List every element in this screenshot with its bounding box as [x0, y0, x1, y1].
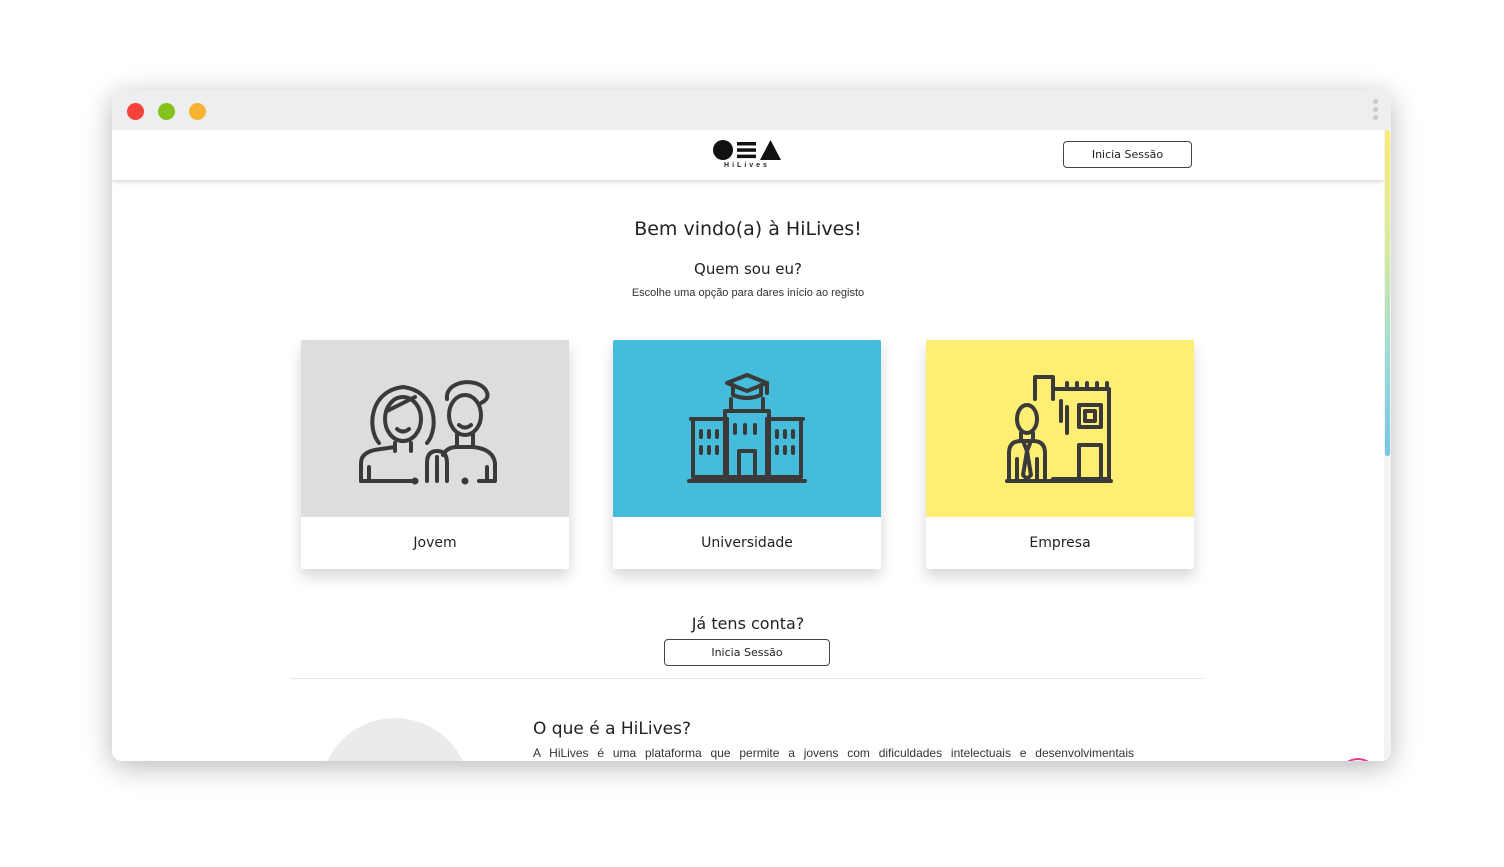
option-image-jovem — [301, 340, 569, 517]
option-label-universidade: Universidade — [701, 535, 793, 551]
maximize-window-button[interactable] — [189, 103, 206, 120]
option-label-empresa: Empresa — [1029, 535, 1091, 551]
company-building-icon — [1005, 375, 1113, 483]
option-image-empresa — [926, 340, 1194, 517]
registration-hint: Escolhe uma opção para dares início ao r… — [631, 287, 865, 299]
title-bar — [112, 90, 1391, 130]
scrollbar-thumb[interactable] — [1385, 130, 1390, 456]
login-button[interactable]: Inicia Sessão — [664, 639, 830, 666]
site-header: HiLives Inicia Sessão — [112, 130, 1384, 180]
option-image-universidade — [613, 340, 881, 517]
logo-shapes-icon — [713, 140, 781, 160]
welcome-heading: Bem vindo(a) à HiLives! — [634, 218, 862, 240]
option-card-empresa[interactable]: Empresa — [926, 340, 1194, 569]
accessibility-button[interactable] — [1340, 760, 1376, 761]
about-title: O que é a HiLives? — [533, 719, 691, 739]
option-card-jovem[interactable]: Jovem — [301, 340, 569, 569]
header-login-button[interactable]: Inicia Sessão — [1063, 141, 1192, 168]
more-options-icon[interactable] — [1373, 99, 1379, 123]
scrollbar[interactable] — [1384, 130, 1391, 761]
who-am-i-heading: Quem sou eu? — [694, 260, 802, 278]
section-divider — [290, 678, 1204, 679]
option-card-universidade[interactable]: Universidade — [613, 340, 881, 569]
close-window-button[interactable] — [127, 103, 144, 120]
hilives-logo[interactable]: HiLives — [712, 139, 782, 171]
young-people-icon — [359, 380, 497, 485]
option-label-jovem: Jovem — [413, 535, 457, 551]
about-text: A HiLives é uma plataforma que permite a… — [533, 746, 1134, 760]
has-account-heading: Já tens conta? — [691, 614, 805, 633]
university-building-icon — [687, 373, 807, 483]
about-image — [320, 718, 470, 761]
logo-text: HiLives — [724, 162, 770, 169]
minimize-window-button[interactable] — [158, 103, 175, 120]
page-viewport: HiLives Inicia Sessão Bem vindo(a) à HiL… — [112, 130, 1391, 761]
browser-window: HiLives Inicia Sessão Bem vindo(a) à HiL… — [112, 90, 1391, 761]
